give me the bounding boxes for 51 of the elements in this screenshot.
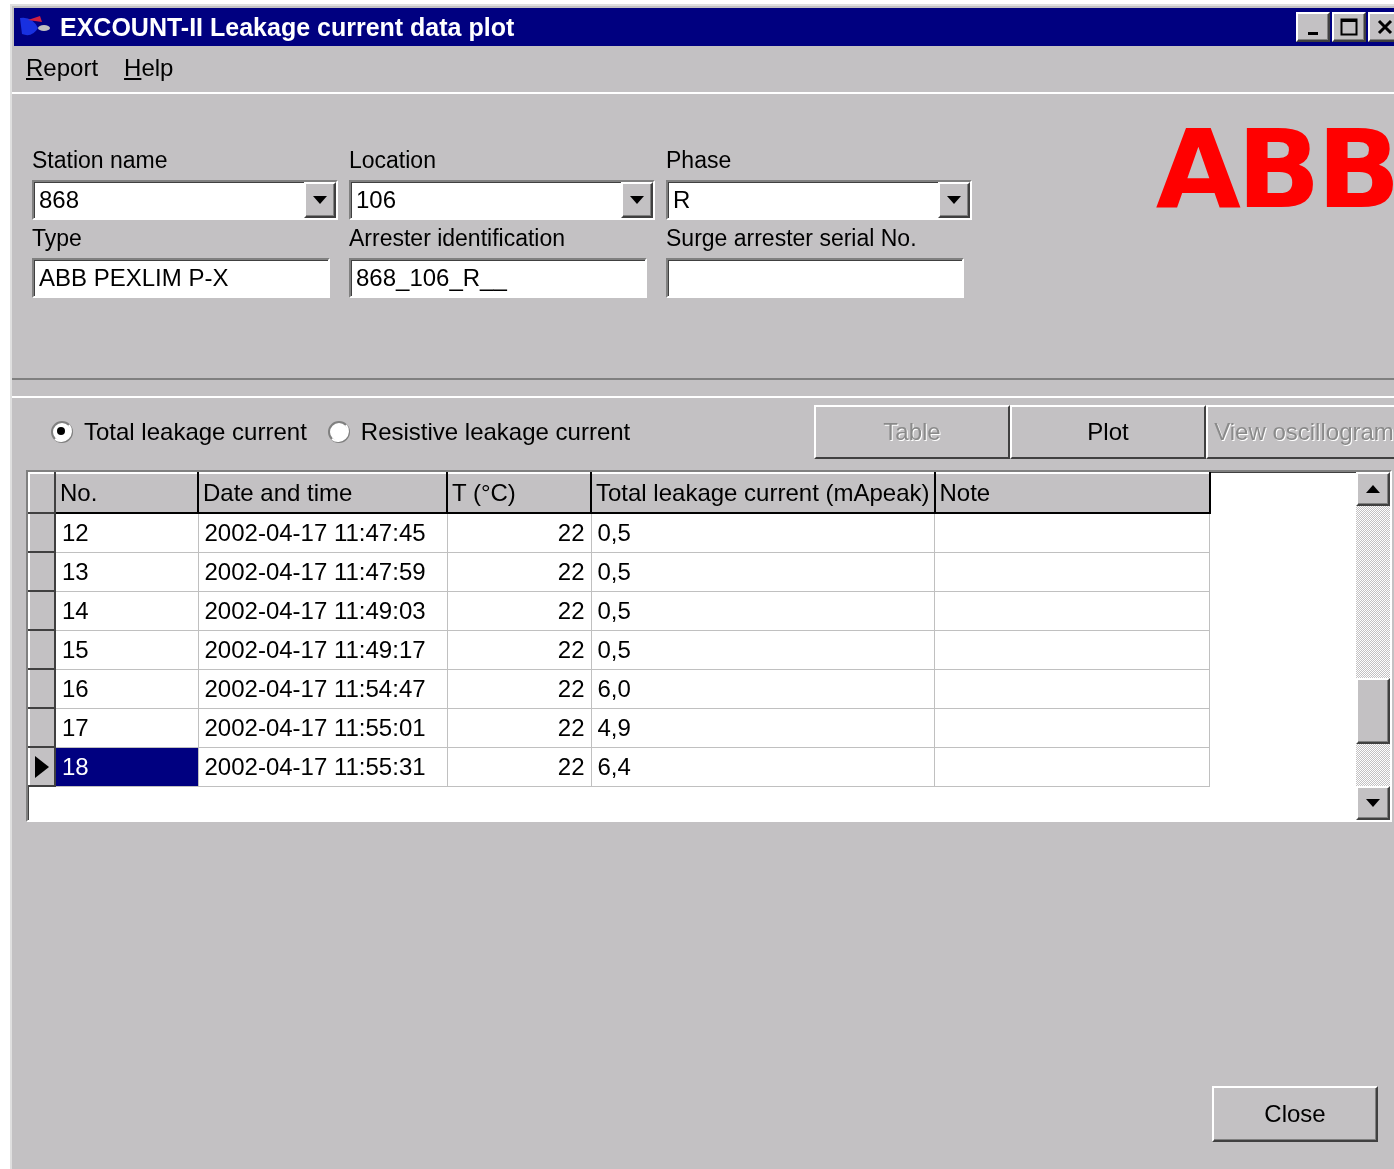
field-label: Location bbox=[349, 146, 437, 174]
table-cell: 2002-04-17 11:49:17 bbox=[198, 630, 447, 669]
table-cell: 0,5 bbox=[591, 591, 935, 630]
table-cell: 6,0 bbox=[591, 669, 935, 708]
field-label: Phase bbox=[666, 146, 733, 174]
dropdown-field[interactable]: 868 bbox=[32, 180, 338, 220]
window-title: EXCOUNT-II Leakage current data plot bbox=[60, 12, 516, 42]
radio-option[interactable]: Total leakage current bbox=[50, 418, 307, 446]
table-cell: 22 bbox=[447, 747, 591, 786]
table-cell: 15 bbox=[55, 630, 198, 669]
column-header[interactable]: No. bbox=[55, 473, 198, 513]
table-cell: 18 bbox=[55, 747, 198, 786]
table-cell: 22 bbox=[447, 630, 591, 669]
table-cell: 2002-04-17 11:54:47 bbox=[198, 669, 447, 708]
table-cell: 22 bbox=[447, 591, 591, 630]
menu-item[interactable]: Help bbox=[124, 54, 174, 82]
table-cell: 2002-04-17 11:55:01 bbox=[198, 708, 447, 747]
column-header[interactable]: Note bbox=[934, 473, 1210, 513]
table-cell: 17 bbox=[55, 708, 198, 747]
column-header[interactable]: T (°C) bbox=[447, 473, 591, 513]
dropdown-field[interactable]: R bbox=[666, 180, 972, 220]
table-cell: 2002-04-17 11:47:59 bbox=[198, 552, 447, 591]
field-label: Surge arrester serial No. bbox=[666, 224, 918, 252]
table-cell: 6,4 bbox=[591, 747, 935, 786]
input-field[interactable]: 868_106_R__ bbox=[349, 258, 647, 298]
table-cell: 22 bbox=[447, 669, 591, 708]
table-cell: 22 bbox=[447, 552, 591, 591]
view-button[interactable]: Plot bbox=[1010, 405, 1206, 459]
table-cell: 12 bbox=[55, 513, 198, 552]
table-cell: 0,5 bbox=[591, 513, 935, 552]
table-cell: 16 bbox=[55, 669, 198, 708]
table-cell: 13 bbox=[55, 552, 198, 591]
table-cell: 22 bbox=[447, 513, 591, 552]
table-cell: 14 bbox=[55, 591, 198, 630]
field-label: Station name bbox=[32, 146, 169, 174]
table-cell: 2002-04-17 11:55:31 bbox=[198, 747, 447, 786]
field-label: Type bbox=[32, 224, 83, 252]
field-label: Arrester identification bbox=[349, 224, 567, 252]
table-cell: 22 bbox=[447, 708, 591, 747]
close-button[interactable]: Close bbox=[1212, 1086, 1378, 1142]
table-cell: 0,5 bbox=[591, 552, 935, 591]
menu-item[interactable]: Report bbox=[26, 54, 99, 82]
input-field[interactable]: ABB PEXLIM P-X bbox=[32, 258, 330, 298]
table-cell: 2002-04-17 11:47:45 bbox=[198, 513, 447, 552]
dropdown-field[interactable]: 106 bbox=[349, 180, 655, 220]
table-cell: 0,5 bbox=[591, 630, 935, 669]
column-header[interactable]: Date and time bbox=[198, 473, 447, 513]
column-header[interactable]: Total leakage current (mApeak) bbox=[591, 473, 935, 513]
table-cell: 2002-04-17 11:49:03 bbox=[198, 591, 447, 630]
table-cell: 4,9 bbox=[591, 708, 935, 747]
radio-option[interactable]: Resistive leakage current bbox=[326, 418, 631, 446]
